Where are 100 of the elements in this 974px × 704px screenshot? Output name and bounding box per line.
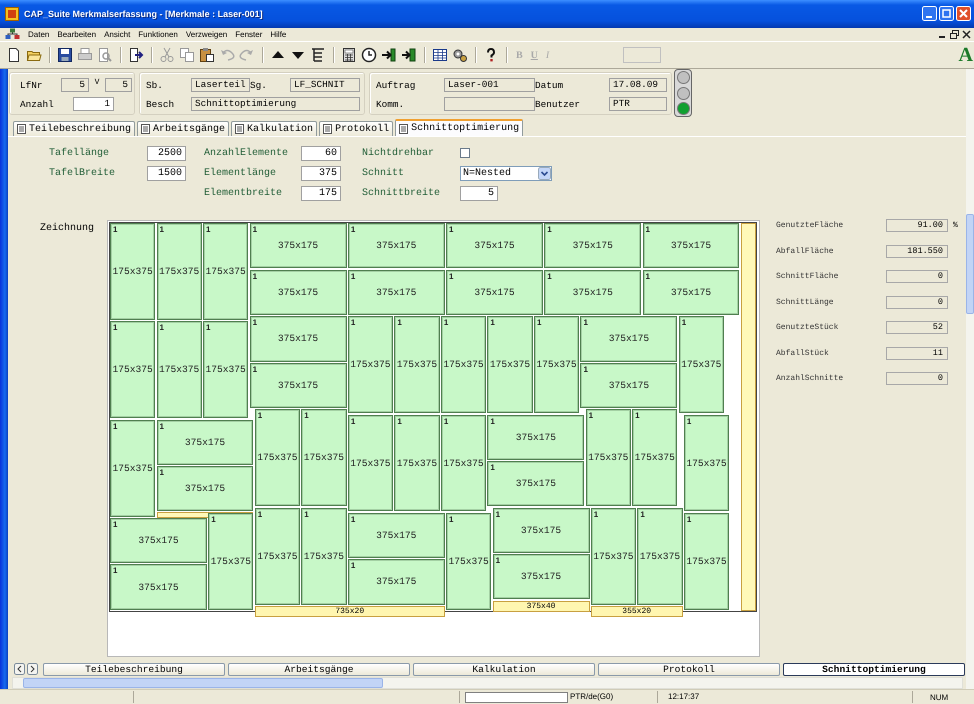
quantity-label: 1 <box>547 225 552 234</box>
stat-field: 0 <box>886 296 948 309</box>
paste-icon[interactable] <box>199 47 215 64</box>
menu-item[interactable]: Bearbeiten <box>53 30 100 39</box>
tab[interactable]: Kalkulation <box>231 121 318 136</box>
tab-button[interactable]: Protokoll <box>598 662 780 676</box>
text-field[interactable]: LF_SCHNIT <box>290 78 360 92</box>
text-field[interactable]: 1 <box>73 97 114 112</box>
field-label: Schnitt <box>362 168 406 179</box>
vertical-scrollbar[interactable] <box>966 69 974 690</box>
stat-field: 181.550 <box>886 244 948 258</box>
number-field[interactable]: 375 <box>301 166 341 181</box>
size-label: 375x175 <box>608 333 650 344</box>
text-field[interactable]: 17.08.09 <box>609 78 667 92</box>
traffic-light <box>674 69 692 118</box>
text-field[interactable]: 5 <box>61 78 89 92</box>
size-label: 375x175 <box>278 380 318 391</box>
text-field[interactable]: Schnittoptimierung <box>191 97 360 112</box>
quantity-label: 1 <box>350 561 356 570</box>
clock-time: 12:17:37 <box>658 691 913 704</box>
field-label: Elementlänge <box>204 168 278 179</box>
stat-field: 52 <box>886 321 948 334</box>
arrow-into-icon[interactable] <box>381 47 397 64</box>
field-label: TafelBreite <box>49 168 116 179</box>
restore-icon[interactable] <box>950 30 959 39</box>
new-document-icon[interactable] <box>6 47 22 64</box>
app-icon <box>5 6 19 21</box>
size-label: 175x375 <box>448 556 489 567</box>
quantity-label: 1 <box>635 411 640 420</box>
dropdown[interactable]: N=Nested <box>460 166 552 181</box>
text-field[interactable] <box>444 97 535 112</box>
menu-item[interactable]: Verzweigen <box>182 30 232 39</box>
stat-label: SchnittLänge <box>776 296 835 309</box>
number-field[interactable]: 1500 <box>147 166 186 181</box>
menu-item[interactable]: Fenster <box>231 30 266 39</box>
calculator-icon[interactable] <box>341 47 357 64</box>
size-label: 175x375 <box>686 556 727 567</box>
size-label: 175x375 <box>350 359 391 370</box>
checkbox[interactable] <box>460 148 470 158</box>
tab[interactable]: Schnittoptimierung <box>395 119 524 136</box>
number-field[interactable]: 5 <box>460 186 498 201</box>
gear-icon[interactable] <box>452 47 468 64</box>
size-label: 175x375 <box>257 452 298 464</box>
text-field[interactable]: Laser-001 <box>444 78 535 92</box>
size-label: 375x175 <box>608 380 650 391</box>
quantity-label: 1 <box>252 318 258 328</box>
quantity-label: 1 <box>490 416 495 426</box>
menu-item[interactable]: Ansicht <box>100 30 134 39</box>
scroll-right-icon[interactable] <box>27 663 38 676</box>
menu-item[interactable]: Hilfe <box>266 30 290 39</box>
quantity-label: 1 <box>449 272 454 281</box>
quantity-label: 1 <box>686 514 692 524</box>
tab-button[interactable]: Arbeitsgänge <box>228 662 410 676</box>
stat-field: 0 <box>886 270 948 284</box>
quantity-label: 1 <box>206 323 210 332</box>
save-icon[interactable] <box>57 47 73 64</box>
scroll-left-icon[interactable] <box>14 663 25 676</box>
toolbar-field[interactable] <box>623 47 662 64</box>
stat-label: SchnittFläche <box>776 271 840 284</box>
quantity-label: 1 <box>350 514 356 524</box>
field-label: Datum <box>535 80 564 91</box>
document-icon <box>323 124 332 134</box>
tab[interactable]: Protokoll <box>319 121 394 136</box>
minimize-icon[interactable] <box>922 6 937 22</box>
table-icon[interactable] <box>432 47 448 64</box>
size-label: 175x375 <box>396 458 438 468</box>
tab-button[interactable]: Teilebeschreibung <box>43 662 225 676</box>
print-preview-icon[interactable] <box>97 47 113 64</box>
quantity-label: 1 <box>211 514 216 524</box>
size-label: 375x175 <box>520 524 562 536</box>
text-field[interactable]: Laserteil <box>191 78 250 92</box>
number-field[interactable]: 2500 <box>147 146 186 161</box>
arrow-right-icon[interactable] <box>401 47 417 64</box>
quantity-label: 1 <box>350 318 356 328</box>
quantity-label: 1 <box>252 225 258 234</box>
clock-icon[interactable] <box>361 47 377 64</box>
quantity-label: 1 <box>160 323 164 332</box>
number-field[interactable]: 175 <box>301 186 341 201</box>
import-icon[interactable] <box>128 47 144 64</box>
menu-item[interactable]: Daten <box>24 30 54 39</box>
menu-item[interactable]: Funktionen <box>134 30 182 39</box>
tab-button[interactable]: Kalkulation <box>413 662 595 676</box>
quantity-label: 1 <box>113 225 118 234</box>
horizontal-scrollbar[interactable] <box>12 677 963 690</box>
field-label: Schnittbreite <box>362 188 442 199</box>
tab-button[interactable]: Schnittoptimierung <box>783 662 965 676</box>
size-label: 175x375 <box>210 556 251 567</box>
tree-icon[interactable] <box>310 47 326 64</box>
network-icon <box>5 28 20 40</box>
maximize-icon[interactable] <box>939 6 954 22</box>
tab[interactable]: Arbeitsgänge <box>137 121 230 136</box>
close-icon[interactable] <box>962 30 971 39</box>
size-label: 375x175 <box>138 582 179 593</box>
quantity-label: 1 <box>496 556 500 566</box>
text-field[interactable]: PTR <box>609 97 667 112</box>
tab[interactable]: Teilebeschreibung <box>13 121 136 136</box>
text-field[interactable]: 5 <box>105 78 132 92</box>
quantity-label: 1 <box>682 318 686 328</box>
number-field[interactable]: 60 <box>301 146 341 161</box>
quantity-label: 1 <box>449 514 454 524</box>
